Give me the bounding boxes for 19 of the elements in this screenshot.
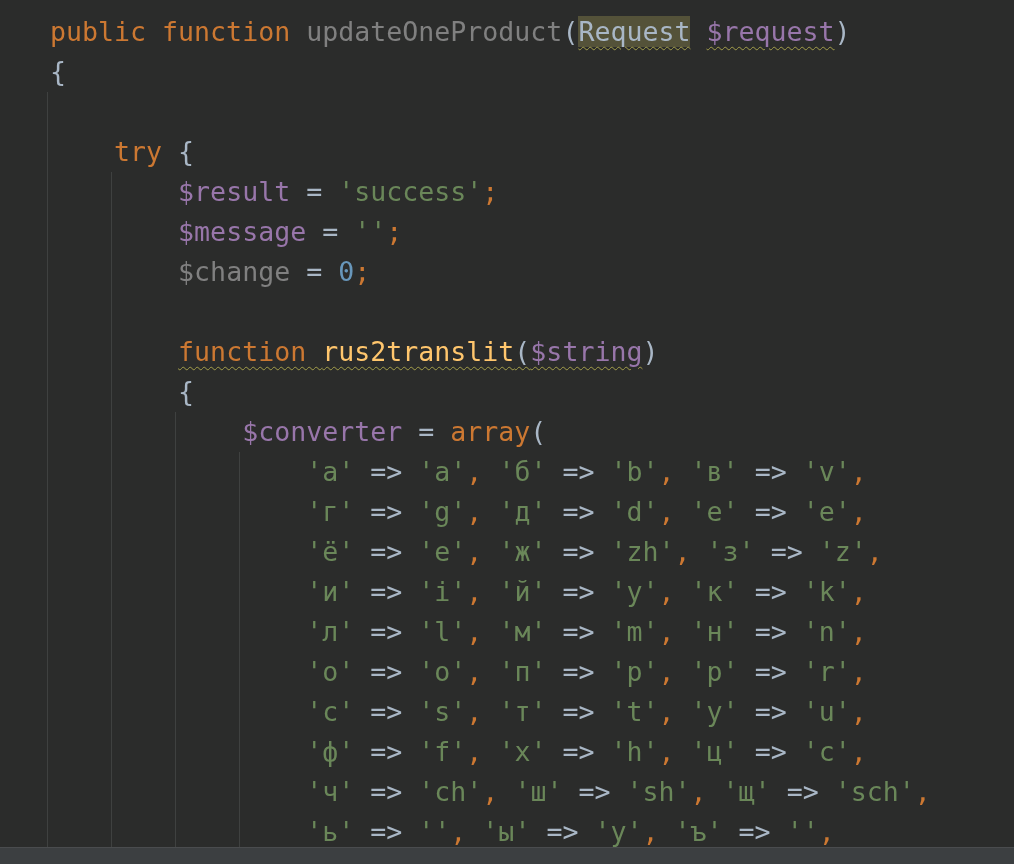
code-line: $message = '';	[177, 216, 403, 247]
code-line: function rus2translit($string)	[177, 336, 659, 367]
code-line: 'и' => 'i', 'й' => 'y', 'к' => 'k',	[305, 576, 867, 607]
code-line: 'о' => 'o', 'п' => 'p', 'р' => 'r',	[305, 656, 867, 687]
code-line: 'с' => 's', 'т' => 't', 'у' => 'u',	[305, 696, 867, 727]
code-line: 'г' => 'g', 'д' => 'd', 'е' => 'e',	[305, 496, 867, 527]
code-line: $change = 0;	[177, 256, 371, 287]
code-line: 'л' => 'l', 'м' => 'm', 'н' => 'n',	[305, 616, 867, 647]
code-line: 'ь' => '', 'ы' => 'y', 'ъ' => '',	[305, 816, 835, 847]
code-line: $converter = array(	[241, 416, 547, 447]
code-line: {	[177, 376, 195, 407]
code-line: 'а' => 'a', 'б' => 'b', 'в' => 'v',	[305, 456, 867, 487]
code-line: public function updateOneProduct(Request $request)	[50, 16, 851, 47]
code-line: try {	[113, 136, 195, 167]
code-line: 'ё' => 'e', 'ж' => 'zh', 'з' => 'z',	[305, 536, 883, 567]
code-line: $result = 'success';	[177, 176, 499, 207]
code-line: 'ф' => 'f', 'х' => 'h', 'ц' => 'c',	[305, 736, 867, 767]
code-line: 'ч' => 'ch', 'ш' => 'sh', 'щ' => 'sch',	[305, 776, 931, 807]
code-line: {	[50, 56, 66, 87]
